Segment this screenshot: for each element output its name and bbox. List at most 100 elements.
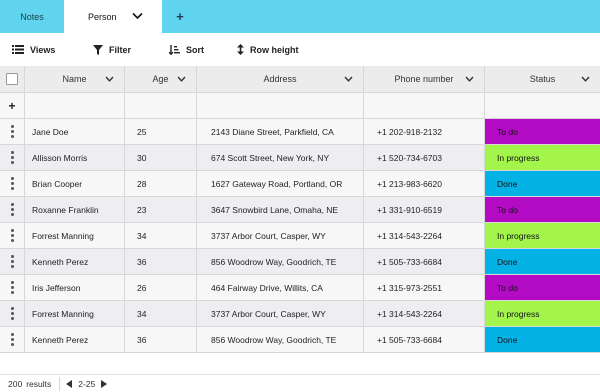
chevron-down-icon[interactable] <box>344 76 353 82</box>
cell-age[interactable]: 26 <box>125 275 197 301</box>
drag-handle[interactable] <box>0 301 25 327</box>
pagination-footer: 200 results 2-25 <box>0 374 600 392</box>
table-row[interactable]: Forrest Manning 34 3737 Arbor Court, Caspe… <box>0 223 600 249</box>
table-row[interactable]: Jane Doe 25 2143 Diane Street, Parkfield, … <box>0 119 600 145</box>
cell-phone[interactable]: +1 314-543-2264 <box>364 223 485 249</box>
drag-handle[interactable] <box>0 145 25 171</box>
cell-status[interactable]: In progress <box>485 223 600 249</box>
drag-handle[interactable] <box>0 223 25 249</box>
table-row[interactable]: Iris Jefferson 26 464 Fairway Drive, Willi… <box>0 275 600 301</box>
drag-handle[interactable] <box>0 249 25 275</box>
drag-handle[interactable] <box>0 327 25 353</box>
table-row[interactable]: Allisson Morris 30 674 Scott Street, New Y… <box>0 145 600 171</box>
column-header-age[interactable]: Age <box>125 66 197 93</box>
cell-status[interactable]: To do <box>485 119 600 145</box>
cell-phone[interactable]: +1 315-973-2551 <box>364 275 485 301</box>
column-header-status[interactable]: Status <box>485 66 600 93</box>
cell-name[interactable]: Kenneth Perez <box>25 249 125 275</box>
tab-person[interactable]: Person <box>64 0 162 33</box>
chevron-down-icon[interactable] <box>177 76 186 82</box>
cell-name[interactable]: Brian Cooper <box>25 171 125 197</box>
cell-phone[interactable]: +1 505-733-6684 <box>364 249 485 275</box>
add-row-cell <box>25 93 125 119</box>
views-button[interactable]: Views <box>12 33 55 66</box>
cell-age[interactable]: 30 <box>125 145 197 171</box>
cell-address[interactable]: 674 Scott Street, New York, NY <box>197 145 364 171</box>
column-header-name-label: Name <box>62 74 87 84</box>
cell-address[interactable]: 3647 Snowbird Lane, Omaha, NE <box>197 197 364 223</box>
cell-age[interactable]: 34 <box>125 223 197 249</box>
cell-name-text: Roxanne Franklin <box>32 204 99 215</box>
cell-age-text: 34 <box>137 230 147 241</box>
add-tab-button[interactable]: + <box>172 0 188 33</box>
cell-name[interactable]: Iris Jefferson <box>25 275 125 301</box>
next-page-button[interactable] <box>101 379 108 388</box>
drag-handle[interactable] <box>0 197 25 223</box>
add-row-button[interactable]: + <box>0 93 25 119</box>
column-header-name[interactable]: Name <box>25 66 125 93</box>
filter-button[interactable]: Filter <box>93 33 131 66</box>
table-row[interactable]: Brian Cooper 28 1627 Gateway Road, Portlan… <box>0 171 600 197</box>
cell-address[interactable]: 856 Woodrow Way, Goodrich, TE <box>197 327 364 353</box>
select-all-cell <box>0 66 25 93</box>
table-row[interactable]: Kenneth Perez 36 856 Woodrow Way, Goodrich… <box>0 249 600 275</box>
select-all-checkbox[interactable] <box>6 73 18 85</box>
column-header-phone[interactable]: Phone number <box>364 66 485 93</box>
table-row[interactable]: Roxanne Franklin 23 3647 Snowbird Lane, Om… <box>0 197 600 223</box>
column-header-phone-label: Phone number <box>394 74 454 84</box>
cell-address-text: 464 Fairway Drive, Willits, CA <box>211 282 323 293</box>
cell-name-text: Forrest Manning <box>32 308 94 319</box>
cell-age[interactable]: 28 <box>125 171 197 197</box>
cell-address[interactable]: 3737 Arbor Court, Casper, WY <box>197 223 364 249</box>
sort-button[interactable]: Sort <box>169 33 204 66</box>
cell-phone[interactable]: +1 331-910-6519 <box>364 197 485 223</box>
cell-status[interactable]: Done <box>485 249 600 275</box>
cell-address[interactable]: 464 Fairway Drive, Willits, CA <box>197 275 364 301</box>
cell-status[interactable]: To do <box>485 197 600 223</box>
cell-phone[interactable]: +1 213-983-6620 <box>364 171 485 197</box>
cell-name[interactable]: Roxanne Franklin <box>25 197 125 223</box>
result-count: 200 <box>8 378 23 389</box>
cell-address[interactable]: 1627 Gateway Road, Portland, OR <box>197 171 364 197</box>
cell-phone[interactable]: +1 202-918-2132 <box>364 119 485 145</box>
drag-handle[interactable] <box>0 275 25 301</box>
cell-name[interactable]: Forrest Manning <box>25 301 125 327</box>
cell-address[interactable]: 856 Woodrow Way, Goodrich, TE <box>197 249 364 275</box>
cell-status[interactable]: Done <box>485 327 600 353</box>
drag-handle[interactable] <box>0 171 25 197</box>
chevron-down-icon[interactable] <box>581 76 590 82</box>
cell-name[interactable]: Forrest Manning <box>25 223 125 249</box>
cell-name[interactable]: Allisson Morris <box>25 145 125 171</box>
cell-phone[interactable]: +1 520-734-6703 <box>364 145 485 171</box>
cell-age-text: 36 <box>137 256 147 267</box>
cell-phone[interactable]: +1 314-543-2264 <box>364 301 485 327</box>
prev-page-button[interactable] <box>66 379 73 388</box>
chevron-down-icon[interactable] <box>105 76 114 82</box>
cell-status[interactable]: In progress <box>485 301 600 327</box>
chevron-down-icon[interactable] <box>465 76 474 82</box>
cell-age[interactable]: 34 <box>125 301 197 327</box>
table-row[interactable]: Forrest Manning 34 3737 Arbor Court, Caspe… <box>0 301 600 327</box>
drag-handle[interactable] <box>0 119 25 145</box>
cell-name[interactable]: Kenneth Perez <box>25 327 125 353</box>
cell-age[interactable]: 25 <box>125 119 197 145</box>
tab-notes[interactable]: Notes <box>0 0 64 33</box>
chevron-down-icon[interactable] <box>132 12 143 20</box>
cell-status[interactable]: In progress <box>485 145 600 171</box>
table-row[interactable]: Kenneth Perez 36 856 Woodrow Way, Goodrich… <box>0 327 600 353</box>
cell-status[interactable]: To do <box>485 275 600 301</box>
cell-address[interactable]: 2143 Diane Street, Parkfield, CA <box>197 119 364 145</box>
cell-age-text: 36 <box>137 334 147 345</box>
cell-address[interactable]: 3737 Arbor Court, Casper, WY <box>197 301 364 327</box>
cell-status[interactable]: Done <box>485 171 600 197</box>
cell-phone[interactable]: +1 505-733-6684 <box>364 327 485 353</box>
status-badge: In progress <box>497 152 540 163</box>
cell-age[interactable]: 23 <box>125 197 197 223</box>
cell-name[interactable]: Jane Doe <box>25 119 125 145</box>
cell-age[interactable]: 36 <box>125 327 197 353</box>
cell-age[interactable]: 36 <box>125 249 197 275</box>
cell-name-text: Kenneth Perez <box>32 256 89 267</box>
row-height-button[interactable]: Row height <box>237 33 299 66</box>
page-range: 2-25 <box>78 378 96 389</box>
column-header-address[interactable]: Address <box>197 66 364 93</box>
